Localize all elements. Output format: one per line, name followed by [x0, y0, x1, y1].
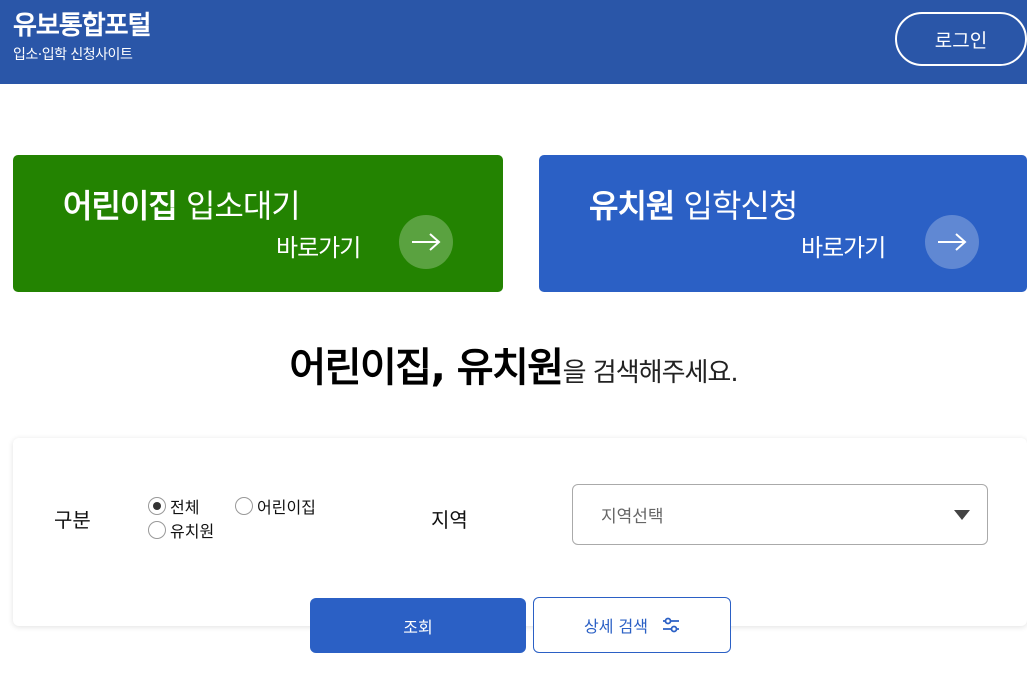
radio-daycare-dot[interactable] [235, 497, 253, 515]
site-title[interactable]: 유보통합포털 [13, 5, 152, 42]
region-select[interactable]: 지역선택 [572, 484, 988, 545]
kinder-card-title-bold: 유치원 [589, 187, 675, 225]
radio-all-label: 전체 [170, 498, 200, 517]
search-headline: 어린이집, 유치원을 검색해주세요. [0, 335, 1027, 393]
arrow-right-icon[interactable] [925, 215, 979, 269]
search-submit-button[interactable]: 조회 [310, 598, 526, 653]
radio-daycare-label: 어린이집 [257, 498, 316, 517]
headline-strong: 어린이집, 유치원 [289, 345, 564, 391]
detail-search-button[interactable]: 상세 검색 [533, 597, 731, 653]
detail-search-label: 상세 검색 [584, 617, 648, 636]
kinder-card-title-light: 입학신청 [674, 187, 799, 225]
kinder-card-go-label: 바로가기 [801, 234, 886, 262]
radio-kindergarten[interactable]: 유치원 [148, 518, 214, 542]
login-button[interactable]: 로그인 [895, 12, 1027, 66]
radio-daycare[interactable]: 어린이집 [235, 494, 316, 518]
kinder-card-title: 유치원 입학신청 [589, 181, 799, 227]
arrow-right-icon[interactable] [399, 215, 453, 269]
sliders-icon [662, 617, 679, 633]
radio-all[interactable]: 전체 [148, 494, 199, 518]
kinder-apply-card[interactable]: 유치원 입학신청 바로가기 [539, 155, 1027, 292]
daycare-card-title: 어린이집 입소대기 [63, 181, 301, 227]
daycare-card-title-light: 입소대기 [176, 187, 301, 225]
daycare-card-go-label: 바로가기 [276, 234, 361, 262]
region-label: 지역 [431, 508, 468, 532]
radio-kindergarten-label: 유치원 [170, 522, 215, 541]
site-subtitle: 입소·입학 신청사이트 [13, 47, 133, 63]
radio-kindergarten-dot[interactable] [148, 521, 166, 539]
daycare-waitlist-card[interactable]: 어린이집 입소대기 바로가기 [13, 155, 503, 292]
region-select-value: 지역선택 [601, 507, 664, 527]
headline-rest: 을 검색해주세요. [562, 358, 739, 388]
radio-all-dot[interactable] [148, 497, 166, 515]
daycare-card-title-bold: 어린이집 [63, 187, 178, 225]
type-label: 구분 [54, 508, 91, 532]
caret-down-icon[interactable] [954, 510, 970, 520]
site-header: 유보통합포털 입소·입학 신청사이트 로그인 [0, 0, 1027, 84]
